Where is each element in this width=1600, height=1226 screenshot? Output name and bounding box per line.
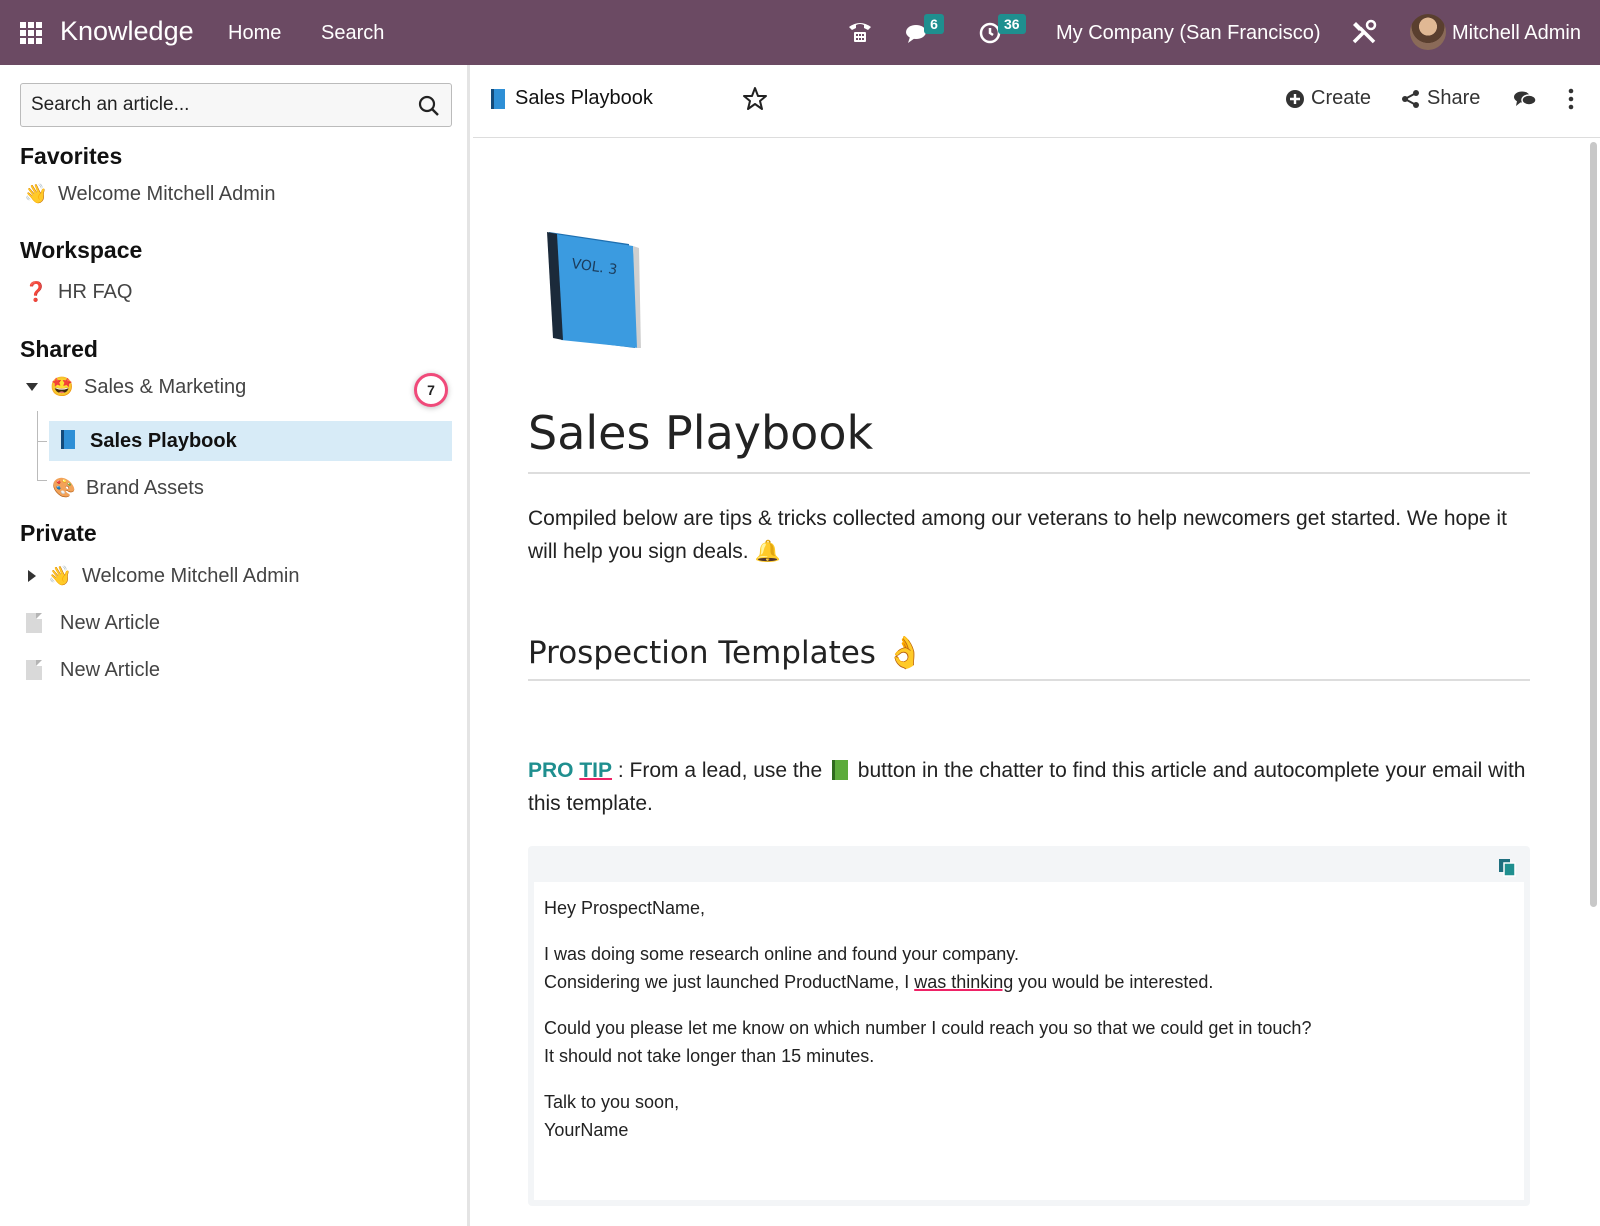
pro-tip-label: PRO (528, 759, 580, 782)
article-body: VOL. 3 Sales Playbook Compiled below are… (473, 138, 1585, 1226)
blue-book-icon (491, 88, 505, 109)
template-line: It should not take longer than 15 minute… (544, 1046, 875, 1066)
star-struck-icon: 🤩 (50, 377, 74, 398)
article-header: Sales Playbook Create Share (473, 65, 1600, 138)
question-icon: ❓ (24, 282, 48, 303)
spellcheck-highlight: was thinking (914, 972, 1014, 992)
palette-icon: 🎨 (52, 478, 76, 499)
nav-search[interactable]: Search (321, 22, 384, 45)
sidebar-item-label: Welcome Mitchell Admin (58, 182, 276, 205)
create-button[interactable]: Create (1285, 87, 1371, 110)
kebab-icon[interactable] (1567, 87, 1575, 111)
divider (528, 472, 1530, 474)
tree-guide (37, 441, 47, 442)
pro-tip-text: : From a lead, use the (612, 759, 828, 782)
sidebar-item-label: Brand Assets (86, 476, 204, 499)
company-switcher[interactable]: My Company (San Francisco) (1056, 22, 1321, 45)
scrollbar[interactable] (1590, 142, 1597, 907)
app-name[interactable]: Knowledge (60, 16, 194, 47)
sidebar-item-label: Sales & Marketing (84, 375, 247, 398)
template-greeting: Hey ProspectName, (544, 898, 706, 918)
pro-tip-label: TIP (579, 759, 613, 782)
tree-guide (37, 480, 47, 481)
sidebar-item-label: HR FAQ (58, 280, 133, 303)
template-line: Talk to you soon, (544, 1092, 680, 1112)
article-intro[interactable]: Compiled below are tips & tricks collect… (528, 502, 1530, 568)
section-heading[interactable]: Prospection Templates 👌 (528, 634, 924, 671)
article-title[interactable]: Sales Playbook (528, 406, 873, 460)
sidebar-item-label: Sales Playbook (90, 429, 237, 452)
breadcrumb[interactable]: Sales Playbook (491, 87, 653, 110)
template-paragraph: Could you please let me know on which nu… (544, 1014, 1514, 1070)
clock-icon[interactable]: 36 (978, 14, 1026, 46)
pro-tip[interactable]: PRO TIP : From a lead, use the button in… (528, 754, 1530, 820)
divider (528, 679, 1530, 681)
template-line: Considering we just launched ProductName… (544, 972, 915, 992)
blue-book-icon (56, 430, 80, 452)
article-search[interactable] (20, 83, 452, 127)
private-title: Private (20, 520, 97, 546)
create-label: Create (1311, 87, 1372, 109)
sidebar-item-label: New Article (60, 611, 161, 634)
template-line: YourName (544, 1120, 629, 1140)
search-icon[interactable] (417, 94, 441, 118)
share-button[interactable]: Share (1401, 87, 1480, 110)
comments-icon[interactable] (1513, 87, 1537, 111)
user-menu[interactable]: Mitchell Admin (1452, 22, 1581, 45)
cover-book-icon[interactable]: VOL. 3 (541, 228, 641, 348)
messages-badge: 6 (924, 14, 944, 34)
sidebar-item-new-article[interactable]: New Article (20, 606, 160, 640)
copy-icon[interactable] (1496, 856, 1518, 878)
email-template-content[interactable]: Hey ProspectName, I was doing some resea… (534, 882, 1524, 1200)
sidebar-item-brand-assets[interactable]: 🎨 Brand Assets (52, 471, 204, 505)
workspace-title: Workspace (20, 237, 143, 263)
article-count-badge[interactable]: 7 (414, 373, 448, 407)
share-label: Share (1427, 87, 1481, 109)
share-icon (1402, 89, 1419, 108)
email-template-block: Hey ProspectName, I was doing some resea… (528, 846, 1530, 1206)
sidebar-item-hr-faq[interactable]: ❓ HR FAQ (24, 275, 132, 309)
sidebar: Favorites 👋 Welcome Mitchell Admin Works… (0, 65, 470, 1226)
template-line: I was doing some research online and fou… (544, 944, 1019, 964)
phone-icon[interactable] (846, 18, 874, 46)
sidebar-item-private-welcome[interactable]: 👋 Welcome Mitchell Admin (28, 559, 299, 593)
activities-badge: 36 (998, 14, 1026, 34)
sidebar-item-label: Welcome Mitchell Admin (82, 564, 300, 587)
template-paragraph: I was doing some research online and fou… (544, 940, 1514, 996)
tools-icon[interactable] (1350, 18, 1378, 46)
plus-circle-icon (1286, 89, 1304, 108)
top-navbar: Knowledge Home Search 6 36 My Company (S… (0, 0, 1600, 65)
wave-icon: 👋 (48, 566, 72, 587)
document-icon (26, 613, 42, 633)
wave-icon: 👋 (24, 184, 48, 205)
document-icon (26, 660, 42, 680)
nav-home[interactable]: Home (228, 22, 281, 45)
sidebar-item-favorite-welcome[interactable]: 👋 Welcome Mitchell Admin (24, 177, 275, 211)
template-line: Could you please let me know on which nu… (544, 1018, 1312, 1038)
search-input[interactable] (21, 84, 401, 126)
sidebar-item-sales-marketing[interactable]: 🤩 Sales & Marketing (26, 370, 246, 404)
star-icon[interactable] (741, 85, 769, 113)
tree-guide (37, 411, 38, 481)
template-line: you would be interested. (1013, 972, 1214, 992)
sidebar-item-label: New Article (60, 658, 161, 681)
chat-icon[interactable]: 6 (904, 14, 944, 46)
green-book-icon (831, 760, 848, 780)
favorites-title: Favorites (20, 143, 123, 169)
chevron-down-icon[interactable] (26, 383, 38, 391)
sidebar-item-sales-playbook[interactable]: Sales Playbook (56, 424, 237, 458)
chevron-right-icon[interactable] (28, 570, 36, 582)
template-paragraph: Talk to you soon, YourName (544, 1088, 1514, 1144)
sidebar-item-new-article[interactable]: New Article (20, 653, 160, 687)
apps-icon[interactable] (20, 22, 42, 44)
shared-title: Shared (20, 336, 98, 362)
breadcrumb-title: Sales Playbook (515, 87, 653, 109)
avatar[interactable] (1410, 14, 1446, 50)
